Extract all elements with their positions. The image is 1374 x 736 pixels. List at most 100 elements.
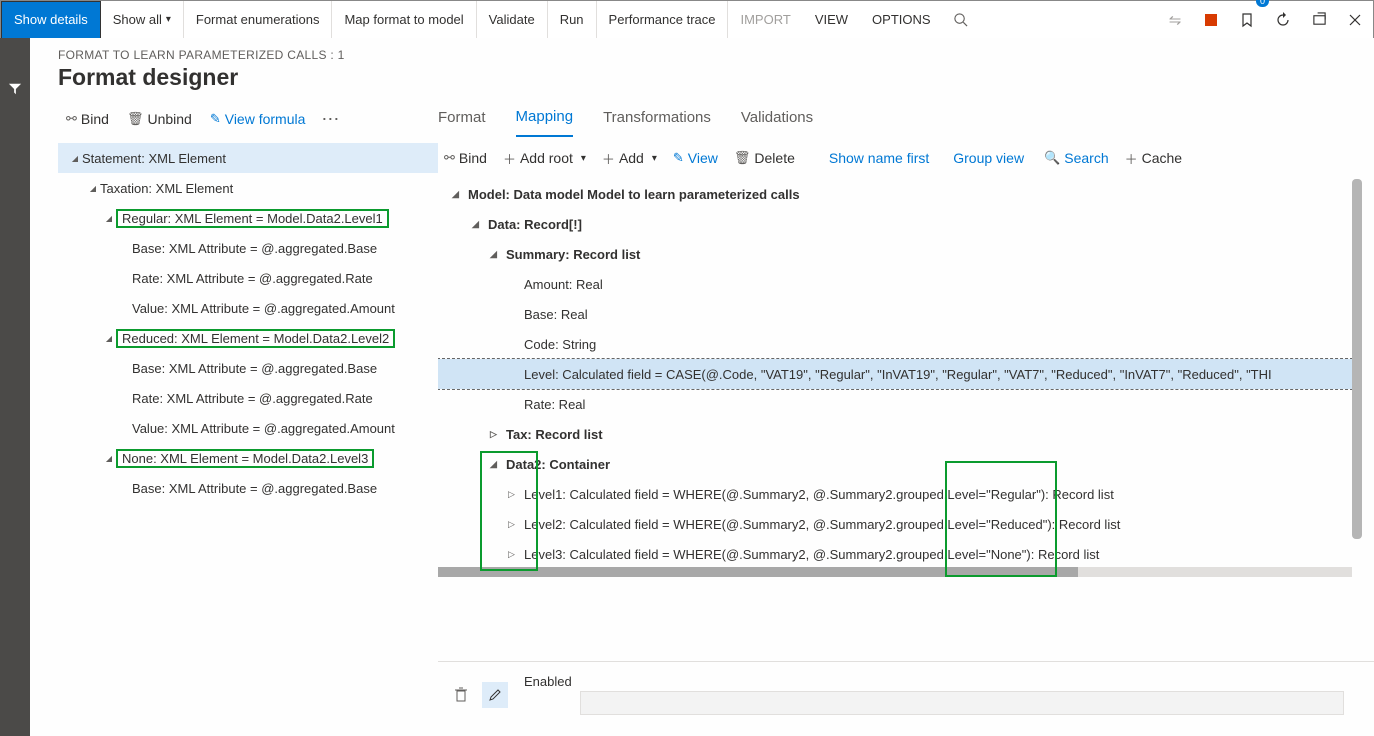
group-view-link[interactable]: Group view [943, 146, 1034, 170]
mapping-delete-label: Delete [754, 150, 794, 166]
tab-transformations[interactable]: Transformations [603, 99, 711, 137]
enabled-input[interactable] [580, 691, 1344, 715]
tab-format[interactable]: Format [438, 99, 486, 137]
more-button[interactable]: ⋯ [315, 105, 345, 134]
format-tree-row[interactable]: Regular: XML Element = Model.Data2.Level… [58, 203, 438, 233]
attach-icon[interactable]: ⇋ [1157, 1, 1193, 39]
format-tree-row[interactable]: Value: XML Attribute = @.aggregated.Amou… [58, 293, 438, 323]
tab-validations[interactable]: Validations [741, 99, 813, 137]
tree-row-label: Value: XML Attribute = @.aggregated.Amou… [132, 301, 395, 316]
cache-label: Cache [1142, 150, 1182, 166]
caret-icon [68, 153, 82, 164]
mapping-tree-row[interactable]: ▷Tax: Record list [438, 419, 1362, 449]
mapping-delete-button[interactable]: 🗑Delete [728, 146, 801, 170]
vertical-scrollbar[interactable] [1352, 179, 1362, 539]
plus-icon: ＋ [1125, 149, 1138, 168]
mapping-tree-row[interactable]: ▷Level1: Calculated field = WHERE(@.Summ… [438, 479, 1362, 509]
bind-label: Bind [81, 111, 109, 127]
format-tree-row[interactable]: Base: XML Attribute = @.aggregated.Base [58, 353, 438, 383]
menu-validate[interactable]: Validate [477, 1, 548, 39]
menu-options[interactable]: OPTIONS [860, 1, 943, 39]
refresh-icon[interactable] [1265, 1, 1301, 39]
mapping-tree-row[interactable]: ◢Summary: Record list [438, 239, 1362, 269]
menu-show-all[interactable]: Show all ▾ [101, 1, 184, 39]
add-root-button[interactable]: ＋Add root▾ [497, 145, 592, 172]
close-icon[interactable] [1337, 1, 1373, 39]
cache-button[interactable]: ＋Cache [1119, 145, 1188, 172]
property-footer: Enabled [438, 661, 1374, 727]
tree-row-label: Model: Data model Model to learn paramet… [468, 187, 800, 202]
footer-edit-icon[interactable] [482, 682, 508, 708]
search-icon[interactable] [943, 1, 979, 39]
menu-format-enumerations[interactable]: Format enumerations [184, 1, 333, 39]
filter-icon[interactable] [8, 82, 22, 736]
footer-delete-icon[interactable] [448, 682, 474, 708]
menu-run[interactable]: Run [548, 1, 597, 39]
format-tree-row[interactable]: Rate: XML Attribute = @.aggregated.Rate [58, 383, 438, 413]
mapping-search-label: Search [1064, 150, 1108, 166]
format-tree-row[interactable]: Statement: XML Element [58, 143, 438, 173]
mapping-tree-row[interactable]: ◢Data2: Container [438, 449, 1362, 479]
menu-performance-trace[interactable]: Performance trace [597, 1, 729, 39]
tree-row-label: Code: String [524, 337, 596, 352]
format-tree-row[interactable]: Value: XML Attribute = @.aggregated.Amou… [58, 413, 438, 443]
format-tree-row[interactable]: Rate: XML Attribute = @.aggregated.Rate [58, 263, 438, 293]
format-tree-row[interactable]: Reduced: XML Element = Model.Data2.Level… [58, 323, 438, 353]
format-tree-row[interactable]: Base: XML Attribute = @.aggregated.Base [58, 473, 438, 503]
tree-row-label: Summary: Record list [506, 247, 640, 262]
tree-row-label: Rate: Real [524, 397, 585, 412]
caret-icon: ▷ [508, 489, 524, 500]
caret-icon: ◢ [490, 249, 506, 260]
mapping-view-button[interactable]: ✎View [667, 146, 724, 170]
mapping-search-button[interactable]: 🔍Search [1038, 146, 1115, 170]
add-button[interactable]: ＋Add ▾ [596, 145, 663, 172]
view-formula-label: View formula [225, 111, 306, 127]
tab-mapping[interactable]: Mapping [516, 99, 574, 137]
menu-map-format-to-model[interactable]: Map format to model [332, 1, 476, 39]
caret-icon: ◢ [490, 459, 506, 470]
mapping-bind-button[interactable]: ⚯Bind [438, 146, 493, 170]
mapping-tree-row[interactable]: Code: String [438, 329, 1362, 359]
plus-icon: ＋ [602, 149, 615, 168]
tree-row-label: Data2: Container [506, 457, 610, 472]
pencil-icon: ✎ [210, 111, 221, 127]
mapping-tree-row[interactable]: ◢Model: Data model Model to learn parame… [438, 179, 1362, 209]
format-tree-row[interactable]: Taxation: XML Element [58, 173, 438, 203]
open-window-icon[interactable] [1301, 1, 1337, 39]
tree-row-label: Base: XML Attribute = @.aggregated.Base [132, 241, 377, 256]
mapping-tree-row[interactable]: Rate: Real [438, 389, 1362, 419]
mapping-tree-row[interactable]: Amount: Real [438, 269, 1362, 299]
caret-icon [86, 183, 100, 194]
menu-import: IMPORT [728, 1, 802, 39]
task-bell-icon[interactable]: 0 [1229, 1, 1265, 39]
mapping-tree-row[interactable]: ▷Level3: Calculated field = WHERE(@.Summ… [438, 539, 1362, 569]
caret-icon: ▷ [508, 519, 524, 530]
view-formula-button[interactable]: ✎View formula [202, 107, 314, 131]
mapping-tree-row[interactable]: ◢Data: Record[!] [438, 209, 1362, 239]
tree-row-label: Base: Real [524, 307, 588, 322]
menu-show-details[interactable]: Show details [1, 1, 101, 39]
format-tree-row[interactable]: None: XML Element = Model.Data2.Level3 [58, 443, 438, 473]
mapping-tree-row[interactable]: Level: Calculated field = CASE(@.Code, "… [438, 359, 1362, 389]
tree-row-label: Rate: XML Attribute = @.aggregated.Rate [132, 271, 373, 286]
menu-view[interactable]: VIEW [803, 1, 860, 39]
office-icon[interactable] [1193, 1, 1229, 39]
trash-icon: 🗑 [127, 111, 144, 127]
unbind-button[interactable]: 🗑Unbind [119, 107, 200, 131]
show-name-first-link[interactable]: Show name first [819, 146, 939, 170]
tree-row-label: Base: XML Attribute = @.aggregated.Base [132, 361, 377, 376]
tree-row-label: Value: XML Attribute = @.aggregated.Amou… [132, 421, 395, 436]
mapping-tree-row[interactable]: ▷Level2: Calculated field = WHERE(@.Summ… [438, 509, 1362, 539]
mapping-tree-row[interactable]: Base: Real [438, 299, 1362, 329]
menu-show-all-label: Show all [113, 12, 162, 27]
chevron-down-icon: ▾ [652, 153, 657, 164]
link-icon: ⚯ [66, 111, 77, 127]
mapping-tree: ◢ Model: Data model Model to learn parame… [438, 179, 1362, 569]
add-label: Add [619, 150, 644, 166]
link-icon: ⚯ [444, 150, 455, 166]
format-tree-row[interactable]: Base: XML Attribute = @.aggregated.Base [58, 233, 438, 263]
caret-icon [102, 333, 116, 344]
chevron-down-icon: ▾ [166, 14, 171, 25]
bind-button[interactable]: ⚯Bind [58, 107, 117, 131]
horizontal-scrollbar[interactable] [438, 567, 1078, 577]
